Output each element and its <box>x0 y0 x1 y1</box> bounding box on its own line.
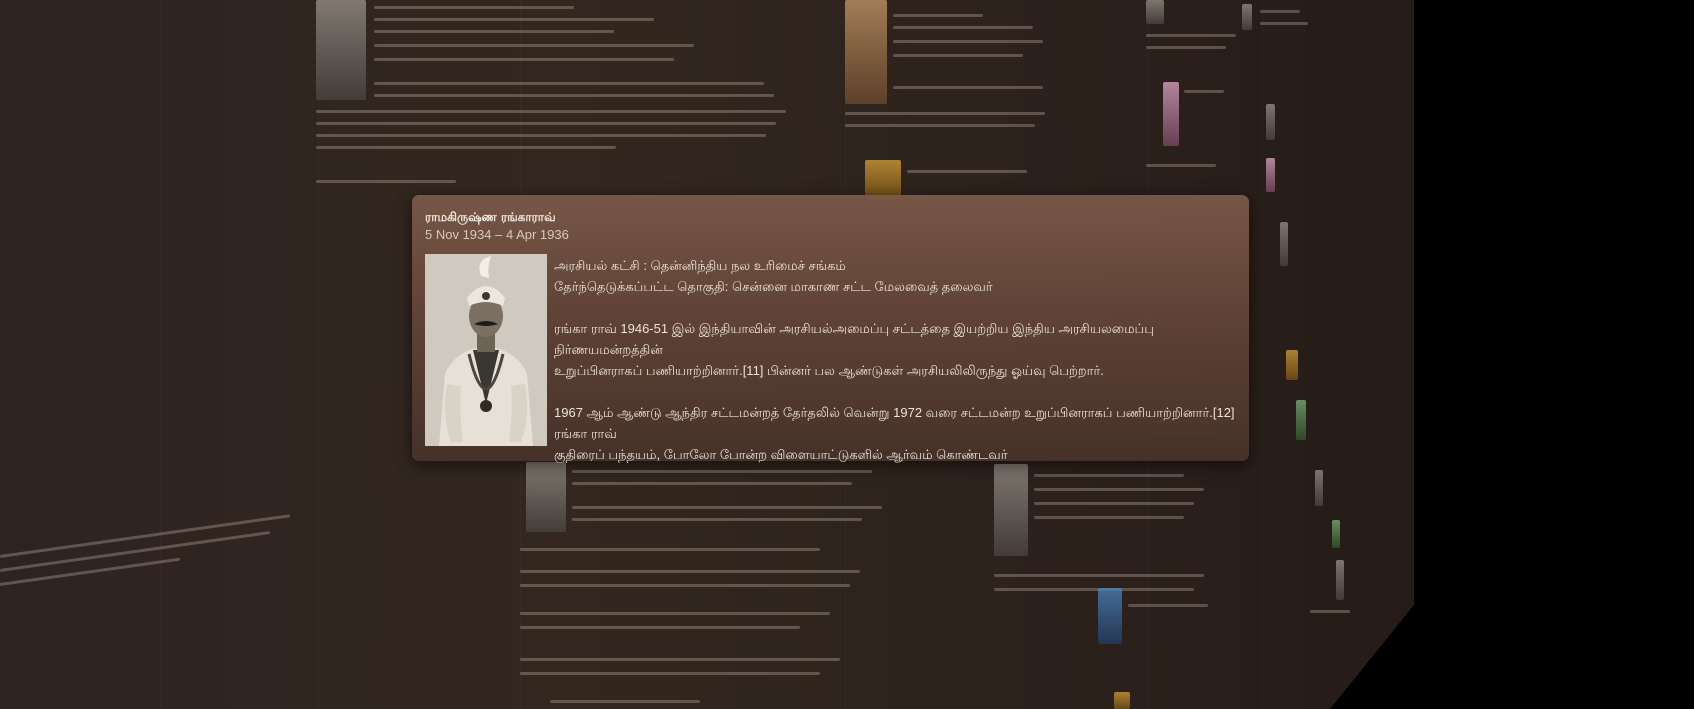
party-line: அரசியல் கட்சி : தென்னிந்திய நல உரிமைச் ச… <box>554 258 846 273</box>
portrait-thumbnail <box>1098 588 1122 644</box>
timeline-viewport[interactable]: ராமகிருஷ்ண ரங்காராவ் 5 Nov 1934 – 4 Apr … <box>0 0 1694 709</box>
portrait-thumbnail <box>1332 520 1340 548</box>
timeline-entry[interactable] <box>1240 0 1400 709</box>
timeline-entry[interactable] <box>994 464 1224 709</box>
portrait-thumbnail <box>1114 692 1130 709</box>
portrait-photo-icon <box>425 254 547 446</box>
biography-paragraph-2-line-1: 1967 ஆம் ஆண்டு ஆந்திர சட்டமன்றத் தேர்தலி… <box>554 405 1235 441</box>
portrait-thumbnail <box>1296 400 1306 440</box>
timeline-entry[interactable] <box>0 503 300 625</box>
timeline-entry[interactable] <box>845 0 1055 200</box>
biography-paragraph-1-line-2: உறுப்பினராகப் பணியாற்றினார்.[11] பின்னர்… <box>554 363 1104 378</box>
portrait-thumbnail <box>1286 350 1298 380</box>
timeline-entry[interactable] <box>316 0 796 200</box>
timeline-entry[interactable] <box>520 462 890 709</box>
portrait-thumbnail <box>1163 82 1179 146</box>
portrait-thumbnail <box>994 464 1028 556</box>
biography-paragraph-2-line-2: குதிரைப் பந்தயம், போலோ போன்ற விளையாட்டுக… <box>554 447 1008 462</box>
officeholder-description: அரசியல் கட்சி : தென்னிந்திய நல உரிமைச் ச… <box>554 255 1244 465</box>
portrait-thumbnail <box>1266 158 1275 192</box>
biography-paragraph-1-line-1: ரங்கா ராவ் 1946-51 இல் இந்தியாவின் அரசிய… <box>554 321 1154 357</box>
portrait-thumbnail <box>316 0 366 100</box>
officeholder-detail-card[interactable]: ராமகிருஷ்ண ரங்காராவ் 5 Nov 1934 – 4 Apr … <box>412 195 1249 462</box>
portrait-thumbnail <box>1280 222 1288 266</box>
portrait-thumbnail <box>1242 4 1252 30</box>
portrait-thumbnail <box>1266 104 1275 140</box>
portrait-thumbnail <box>865 160 901 200</box>
portrait-thumbnail <box>1336 560 1344 600</box>
officeholder-name: ராமகிருஷ்ண ரங்காராவ் <box>425 210 556 224</box>
portrait-thumbnail <box>1146 0 1164 24</box>
portrait-thumbnail <box>526 462 566 532</box>
column-divider <box>160 0 161 709</box>
term-dates: 5 Nov 1934 – 4 Apr 1936 <box>425 227 569 242</box>
portrait-thumbnail <box>845 0 887 104</box>
constituency-line: தேர்ந்தெடுக்கப்பட்ட தொகுதி: சென்னை மாகாண… <box>554 279 993 294</box>
portrait-thumbnail <box>1315 470 1323 506</box>
